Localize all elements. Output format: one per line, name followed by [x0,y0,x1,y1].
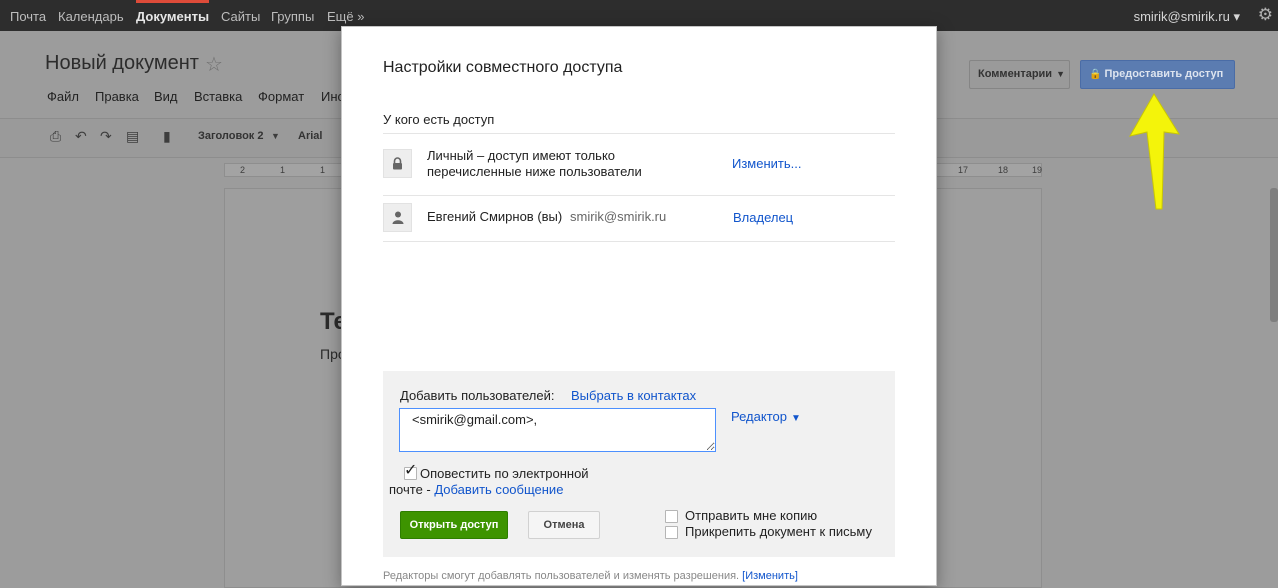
change-visibility-link[interactable]: Изменить... [732,156,801,171]
editors-permissions-note: Редакторы смогут добавлять пользователей… [383,570,798,582]
star-icon[interactable]: ☆ [205,52,223,77]
owner-role-link[interactable]: Владелец [733,210,793,225]
send-copy-checkbox[interactable] [665,510,678,523]
divider [383,241,895,242]
chevron-down-icon: ▾ [1233,9,1240,24]
divider [383,195,895,196]
role-select[interactable]: Редактор ▼ [731,409,801,424]
nav-calendar[interactable]: Календарь [58,9,124,24]
footer-text: Редакторы смогут добавлять пользователей… [383,570,740,582]
ruler-number: 1 [280,165,286,175]
attach-document-checkbox[interactable] [665,526,678,539]
ruler-number: 2 [240,165,246,175]
privacy-line-2: перечисленные ниже пользователи [427,164,642,179]
notify-line-2: почте - [389,482,435,497]
share-button-label: Предоставить доступ [1104,68,1224,80]
avatar [383,203,412,232]
paste-icon[interactable]: ▤ [126,128,139,145]
chevron-down-icon: ▼ [790,413,801,424]
cancel-button[interactable]: Отмена [528,511,600,539]
owner-name: Евгений Смирнов (вы) [427,209,563,224]
menu-view[interactable]: Вид [154,89,178,104]
choose-from-contacts-link[interactable]: Выбрать в контактах [571,388,696,403]
redo-icon[interactable]: ↷ [100,128,112,145]
send-copy-label: Отправить мне копию [685,508,818,523]
lock-icon: 🔒 [1089,69,1102,80]
ruler-number: 19 [1032,165,1043,175]
person-icon [392,211,403,224]
annotation-arrow-icon [1128,93,1180,210]
nav-sites[interactable]: Сайты [221,9,260,24]
add-message-link[interactable]: Добавить сообщение [434,482,563,497]
chevron-down-icon: ▼ [1056,69,1065,79]
privacy-description: Личный – доступ имеют только перечисленн… [427,148,642,180]
nav-more[interactable]: Ещё » [327,9,364,24]
account-email: smirik@smirik.ru [1133,9,1230,24]
footer-change-link[interactable]: [Изменить] [742,570,798,582]
lock-icon [393,157,402,170]
comments-button[interactable]: Комментарии ▼ [969,60,1070,89]
paint-format-icon[interactable]: ▮ [163,128,171,145]
ruler-number: 1 [320,165,326,175]
notify-by-email-text: Оповестить по электронной почте - Добави… [389,466,589,498]
ruler-number: 17 [958,165,969,175]
owner-email: smirik@smirik.ru [570,209,667,224]
attach-document-label: Прикрепить документ к письму [685,524,872,539]
print-icon[interactable]: ⎙ [50,128,61,145]
gear-icon[interactable]: ⚙ [1258,6,1273,24]
nav-groups[interactable]: Группы [271,9,314,24]
style-select[interactable]: Заголовок 2 [198,130,263,142]
document-title[interactable]: Новый документ [45,52,199,75]
nav-mail[interactable]: Почта [10,9,46,24]
font-select[interactable]: Arial [298,130,322,142]
menu-file[interactable]: Файл [47,89,79,104]
account-menu[interactable]: smirik@smirik.ru ▾ [1134,9,1240,25]
menu-format[interactable]: Формат [258,89,304,104]
divider [383,133,895,134]
undo-icon[interactable]: ↶ [75,128,87,145]
privacy-icon-box [383,149,412,178]
dialog-title: Настройки совместного доступа [383,59,623,76]
add-users-input[interactable] [399,408,716,452]
open-access-button[interactable]: Открыть доступ [400,511,508,539]
notify-line-1: Оповестить по электронной [420,466,589,481]
scrollbar[interactable] [1270,188,1278,322]
chevron-down-icon: ▼ [271,131,280,141]
comments-label: Комментарии [978,68,1053,80]
menu-edit[interactable]: Правка [95,89,139,104]
nav-documents[interactable]: Документы [136,0,210,24]
menu-insert[interactable]: Вставка [194,89,242,104]
share-button[interactable]: 🔒 Предоставить доступ [1080,60,1235,89]
add-users-label: Добавить пользователей: [400,388,555,403]
ruler-number: 18 [998,165,1009,175]
role-value: Редактор [731,409,787,424]
who-has-access-heading: У кого есть доступ [383,112,495,127]
privacy-line-1: Личный – доступ имеют только [427,148,616,163]
